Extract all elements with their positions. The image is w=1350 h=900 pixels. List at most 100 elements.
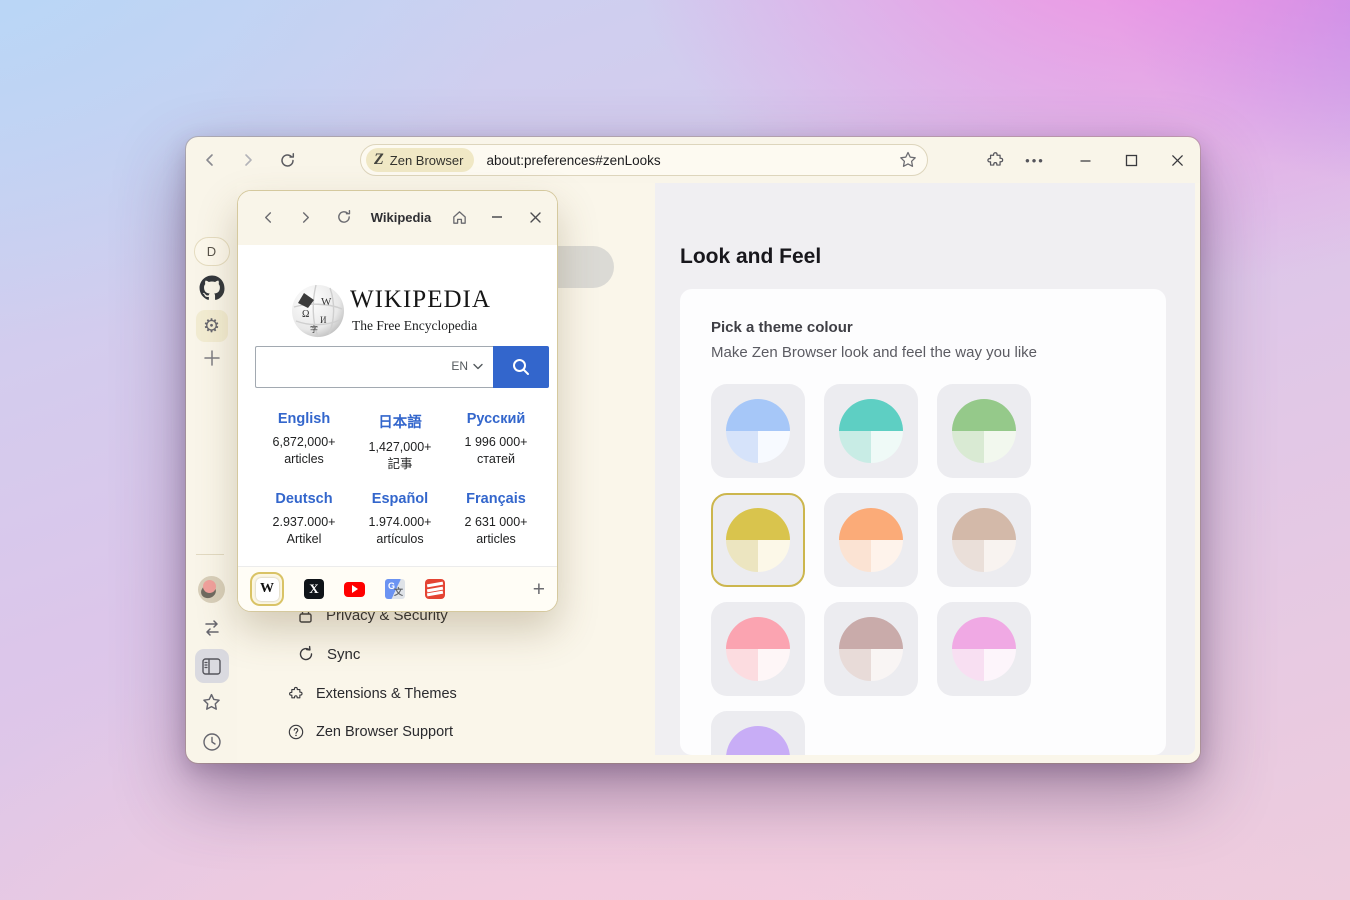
svg-text:И: И [320, 315, 327, 325]
page-title: Look and Feel [680, 245, 821, 269]
site-chip-label: Zen Browser [390, 153, 464, 168]
theme-colour-card: Pick a theme colour Make Zen Browser loo… [680, 289, 1166, 755]
pinned-tab-github[interactable] [186, 275, 237, 301]
star-icon [201, 692, 222, 713]
sidebar-item-label: Sync [327, 646, 360, 663]
theme-swatch-orange[interactable] [824, 493, 918, 587]
github-icon [199, 275, 225, 301]
mini-forward-button[interactable] [291, 203, 319, 231]
mini-home-button[interactable] [445, 203, 473, 231]
svg-text:W: W [321, 296, 332, 308]
mini-minimize-button[interactable] [483, 203, 511, 231]
sidebar-item-extensions-themes[interactable]: Extensions & Themes [288, 686, 457, 702]
plus-icon [203, 349, 221, 367]
mini-window-header[interactable]: Wikipedia [238, 191, 557, 245]
theme-circle [952, 508, 1016, 572]
language-selector[interactable]: EN [451, 359, 483, 373]
card-subheading: Make Zen Browser look and feel the way y… [711, 344, 1037, 361]
preferences-main-pane: Look and Feel Pick a theme colour Make Z… [655, 183, 1195, 755]
wikipedia-tagline: The Free Encyclopedia [352, 318, 477, 334]
add-shortcut-button[interactable]: + [533, 579, 545, 600]
language-link-spanish[interactable]: Español 1.974.000+artículos [348, 491, 452, 548]
language-link-english[interactable]: English 6,872,000+articles [252, 411, 356, 468]
wikipedia-globe-logo: W Ω И 字 [290, 283, 346, 339]
theme-circle [839, 508, 903, 572]
url-text[interactable]: about:preferences#zenLooks [486, 153, 660, 168]
forward-button[interactable] [233, 145, 263, 175]
workspace-switch-button[interactable] [186, 618, 237, 638]
wikipedia-search-button[interactable] [493, 346, 549, 388]
workspace-badge-label: D [207, 244, 216, 259]
gear-icon: ⚙ [203, 315, 220, 338]
theme-swatch-teal[interactable] [824, 384, 918, 478]
language-link-french[interactable]: Français 2 631 000+articles [444, 491, 548, 548]
zen-logo-icon: Z [374, 152, 384, 168]
reload-button[interactable] [272, 145, 302, 175]
theme-swatch-mauve[interactable] [824, 602, 918, 696]
maximize-button[interactable] [1116, 145, 1146, 175]
sidebar-item-sync[interactable]: Sync [297, 645, 360, 663]
workspace-badge[interactable]: D [186, 237, 237, 266]
url-bar[interactable]: Z Zen Browser about:preferences#zenLooks [360, 144, 928, 176]
sidebar-rail: D ⚙ ⚙ [186, 183, 237, 763]
sync-icon [297, 645, 315, 663]
shortcut-x[interactable]: X [304, 579, 324, 599]
mini-back-button[interactable] [254, 203, 282, 231]
wikipedia-wordmark: WIKIPEDIA [350, 286, 491, 314]
mini-window-title: Wikipedia [358, 210, 444, 225]
shortcut-translate[interactable]: G文 [385, 579, 405, 599]
theme-circle [952, 399, 1016, 463]
site-identity-chip[interactable]: Z Zen Browser [366, 148, 474, 172]
mini-reload-button[interactable] [330, 203, 358, 231]
close-button[interactable] [1162, 145, 1192, 175]
clock-icon [202, 732, 222, 752]
shortcut-todoist[interactable] [425, 579, 445, 599]
rail-divider [196, 554, 224, 555]
avatar [198, 576, 225, 603]
theme-swatch-magenta[interactable] [937, 602, 1031, 696]
theme-circle [726, 726, 790, 755]
svg-text:Ω: Ω [302, 309, 309, 320]
desktop: { "window": { "toolbar": { "tab_label": … [0, 0, 1350, 900]
wikipedia-search-form: EN [255, 346, 549, 388]
browser-window: Z Zen Browser about:preferences#zenLooks… [186, 137, 1200, 763]
sidebar-panel-icon [202, 658, 221, 675]
sidebar-item-label: Extensions & Themes [316, 686, 457, 702]
theme-swatch-purple[interactable] [711, 711, 805, 755]
theme-circle [726, 399, 790, 463]
theme-circle [839, 617, 903, 681]
language-link-japanese[interactable]: 日本語 1,427,000+記事 [348, 411, 452, 473]
theme-swatch-green[interactable] [937, 384, 1031, 478]
profile-avatar[interactable] [186, 576, 237, 603]
language-link-russian[interactable]: Русский 1 996 000+статей [444, 411, 548, 468]
new-tab-button[interactable] [186, 349, 237, 367]
history-button[interactable] [186, 732, 237, 752]
pinned-tab-settings-active[interactable]: ⚙ [186, 310, 237, 342]
back-button[interactable] [195, 145, 225, 175]
shortcut-youtube[interactable] [344, 582, 365, 597]
ellipsis-icon: ••• [1025, 153, 1045, 168]
wikipedia-favicon: W [256, 578, 279, 601]
minimize-button[interactable] [1070, 145, 1100, 175]
sidebar-toggle-active[interactable] [186, 649, 237, 683]
language-code: EN [451, 359, 468, 373]
chevron-down-icon [473, 363, 483, 370]
shortcut-wikipedia-selected[interactable]: W [250, 572, 284, 606]
theme-swatch-pink[interactable] [711, 602, 805, 696]
mini-close-button[interactable] [521, 203, 549, 231]
theme-swatch-tan[interactable] [937, 493, 1031, 587]
puzzle-icon [288, 686, 304, 702]
card-heading: Pick a theme colour [711, 319, 853, 336]
bookmark-star-icon[interactable] [898, 150, 918, 170]
app-menu-button[interactable]: ••• [1020, 145, 1050, 175]
extensions-icon[interactable] [980, 145, 1010, 175]
theme-swatch-yellow-selected[interactable] [711, 493, 805, 587]
language-link-german[interactable]: Deutsch 2.937.000+Artikel [252, 491, 356, 548]
search-icon [511, 357, 531, 377]
wikipedia-search-input[interactable]: EN [255, 346, 493, 388]
theme-swatch-blue[interactable] [711, 384, 805, 478]
bookmarks-button[interactable] [186, 692, 237, 713]
theme-circle [952, 617, 1016, 681]
theme-circle [839, 399, 903, 463]
sidebar-item-support[interactable]: Zen Browser Support [288, 724, 453, 740]
